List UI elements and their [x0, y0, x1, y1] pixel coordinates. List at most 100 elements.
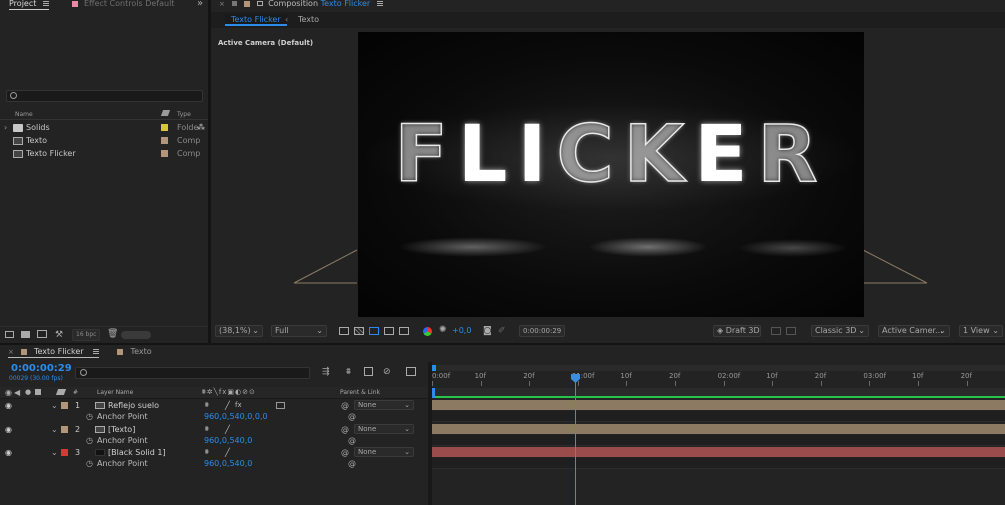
- guides-icon[interactable]: [384, 327, 394, 335]
- layer-name[interactable]: [Black Solid 1]: [108, 447, 166, 458]
- transparency-grid-icon[interactable]: [354, 327, 364, 335]
- time-navigator[interactable]: [432, 365, 1005, 371]
- motion-blur-icon[interactable]: ⊘: [383, 367, 391, 377]
- bpc-button[interactable]: 16 bpc: [72, 329, 101, 341]
- layer-name[interactable]: Reflejo suelo: [108, 400, 159, 411]
- region-of-interest-icon[interactable]: [339, 327, 349, 335]
- grid-icon[interactable]: [399, 327, 409, 335]
- label-icon[interactable]: [55, 389, 67, 395]
- project-item-label[interactable]: [161, 150, 168, 157]
- time-ruler[interactable]: 0:00f 10f 20f 01:00f 10f 20f 02:00f 10f 20f 03:00…: [432, 372, 1005, 386]
- work-area-start-handle[interactable]: [432, 388, 435, 398]
- property-track[interactable]: [432, 411, 1005, 422]
- twirl-icon[interactable]: ⌄: [51, 424, 58, 435]
- timeline-menu-icon[interactable]: [93, 349, 100, 354]
- twirl-icon[interactable]: ⌄: [51, 400, 58, 411]
- 3d-ground-icon[interactable]: [771, 327, 781, 335]
- layer-label-color[interactable]: [61, 449, 68, 456]
- expression-pickwhip-icon[interactable]: @: [348, 411, 356, 422]
- project-item-label[interactable]: [161, 124, 168, 131]
- hide-shy-layers-icon[interactable]: [364, 367, 373, 376]
- parent-select[interactable]: None ⌄: [354, 447, 414, 457]
- quality-switch-icon[interactable]: ╱: [225, 424, 230, 435]
- parent-header[interactable]: Parent & Link: [340, 389, 380, 396]
- composition-viewer[interactable]: FLICKER: [358, 32, 864, 317]
- twirl-icon[interactable]: ⌄: [51, 447, 58, 458]
- exposure-value[interactable]: +0,0: [452, 326, 471, 335]
- exposure-icon[interactable]: ✺: [439, 325, 447, 335]
- camera-select[interactable]: Active Camer... ⌄: [878, 325, 950, 337]
- pickwhip-icon[interactable]: @: [341, 447, 349, 458]
- project-search-input[interactable]: [6, 90, 203, 102]
- playhead-line[interactable]: [575, 378, 576, 505]
- property-track[interactable]: [432, 458, 1005, 469]
- layer-label-color[interactable]: [61, 402, 68, 409]
- audio-icon[interactable]: ◀: [14, 388, 20, 397]
- work-area-bar[interactable]: [432, 388, 1005, 398]
- eye-icon[interactable]: ◉: [5, 447, 12, 458]
- tab-effect-controls[interactable]: Effect Controls Default: [72, 0, 174, 10]
- layer-label-color[interactable]: [61, 425, 68, 433]
- layer-duration-bar[interactable]: [432, 400, 1005, 410]
- stopwatch-icon[interactable]: ◷: [86, 411, 93, 422]
- pickwhip-icon[interactable]: @: [341, 400, 349, 411]
- layer-row[interactable]: ◉ ⌄ 1 Reflejo suelo ⩩ ╱ fx @ None ⌄: [0, 400, 428, 411]
- adjust-icon[interactable]: ⚒: [55, 330, 63, 340]
- layer-row[interactable]: ◉ ⌄ 2 [Texto] ⩩ ╱ @ None ⌄: [0, 423, 428, 435]
- video-icon[interactable]: ◉: [5, 388, 12, 397]
- panel-overflow-icon[interactable]: »: [197, 0, 203, 9]
- current-timecode[interactable]: 0:00:00:29: [11, 363, 72, 374]
- shy-switch-icon[interactable]: ⩩: [205, 400, 209, 411]
- tab-project[interactable]: Project: [9, 0, 49, 10]
- layer-duration-bar[interactable]: [432, 423, 1005, 434]
- column-header-type[interactable]: Type: [177, 111, 191, 118]
- project-item-label[interactable]: [161, 137, 168, 144]
- close-icon[interactable]: ×: [8, 348, 14, 356]
- snapshot-icon[interactable]: ◙: [483, 326, 492, 336]
- new-folder-icon[interactable]: [21, 331, 30, 338]
- layer-duration-bar[interactable]: [432, 447, 1005, 457]
- parent-select[interactable]: None ⌄: [354, 423, 414, 434]
- column-header-name[interactable]: Name: [15, 111, 33, 118]
- shy-switch-icon[interactable]: ⩩: [205, 424, 209, 435]
- property-value[interactable]: 960,0,540,0: [204, 435, 252, 446]
- shy-switch-icon[interactable]: ⩩: [205, 447, 209, 458]
- layer-name-header[interactable]: Layer Name: [97, 389, 133, 396]
- pickwhip-icon[interactable]: @: [341, 424, 349, 435]
- project-item[interactable]: Texto Flicker Comp: [0, 148, 208, 160]
- project-item[interactable]: Texto Comp: [0, 135, 208, 147]
- zoom-select[interactable]: (38,1%) ⌄: [215, 325, 263, 337]
- stopwatch-icon[interactable]: ◷: [86, 435, 93, 446]
- property-track[interactable]: [432, 434, 1005, 446]
- expression-pickwhip-icon[interactable]: @: [348, 458, 356, 469]
- composition-mini-flowchart-icon[interactable]: ⇶: [322, 367, 330, 377]
- property-value[interactable]: 960,0,540,0: [204, 458, 252, 469]
- disclosure-arrow-icon[interactable]: ›: [4, 122, 7, 134]
- graph-editor-icon[interactable]: [406, 367, 416, 376]
- panel-menu-icon[interactable]: [42, 1, 49, 6]
- resolution-select[interactable]: Full ⌄: [271, 325, 327, 337]
- lock-icon[interactable]: [35, 389, 41, 395]
- timecode-field[interactable]: 0:00:00:29: [519, 325, 566, 337]
- flowchart-icon[interactable]: ⁂: [197, 122, 205, 134]
- property-row[interactable]: ◷ Anchor Point 960,0,540,0 @: [0, 435, 428, 446]
- timeline-tab-other[interactable]: Texto: [117, 347, 152, 356]
- draft-3d-toggle[interactable]: ◈ Draft 3D: [713, 325, 761, 337]
- eye-icon[interactable]: ◉: [5, 400, 12, 411]
- quality-switch-icon[interactable]: ╱: [225, 447, 230, 458]
- property-row[interactable]: ◷ Anchor Point 960,0,540,0 @: [0, 458, 428, 469]
- show-snapshot-icon[interactable]: ✐: [498, 326, 506, 336]
- work-area-span[interactable]: [432, 396, 1005, 398]
- 3d-layer-icon[interactable]: [276, 402, 285, 409]
- project-item[interactable]: › Solids Folde ⁂: [0, 122, 208, 134]
- renderer-select[interactable]: Classic 3D ⌄: [811, 325, 869, 337]
- trash-icon[interactable]: 🗑: [107, 329, 118, 339]
- time-navigator-start-handle[interactable]: [432, 365, 436, 371]
- layer-name[interactable]: [Texto]: [108, 424, 135, 435]
- 3d-extent-icon[interactable]: [786, 327, 796, 335]
- views-select[interactable]: 1 View ⌄: [959, 325, 1003, 337]
- draft-3d-icon[interactable]: ⩩: [346, 367, 351, 377]
- eye-icon[interactable]: ◉: [5, 424, 12, 435]
- property-row[interactable]: ◷ Anchor Point 960,0,540,0,0,0 @: [0, 411, 428, 422]
- mask-visibility-icon[interactable]: [369, 327, 379, 335]
